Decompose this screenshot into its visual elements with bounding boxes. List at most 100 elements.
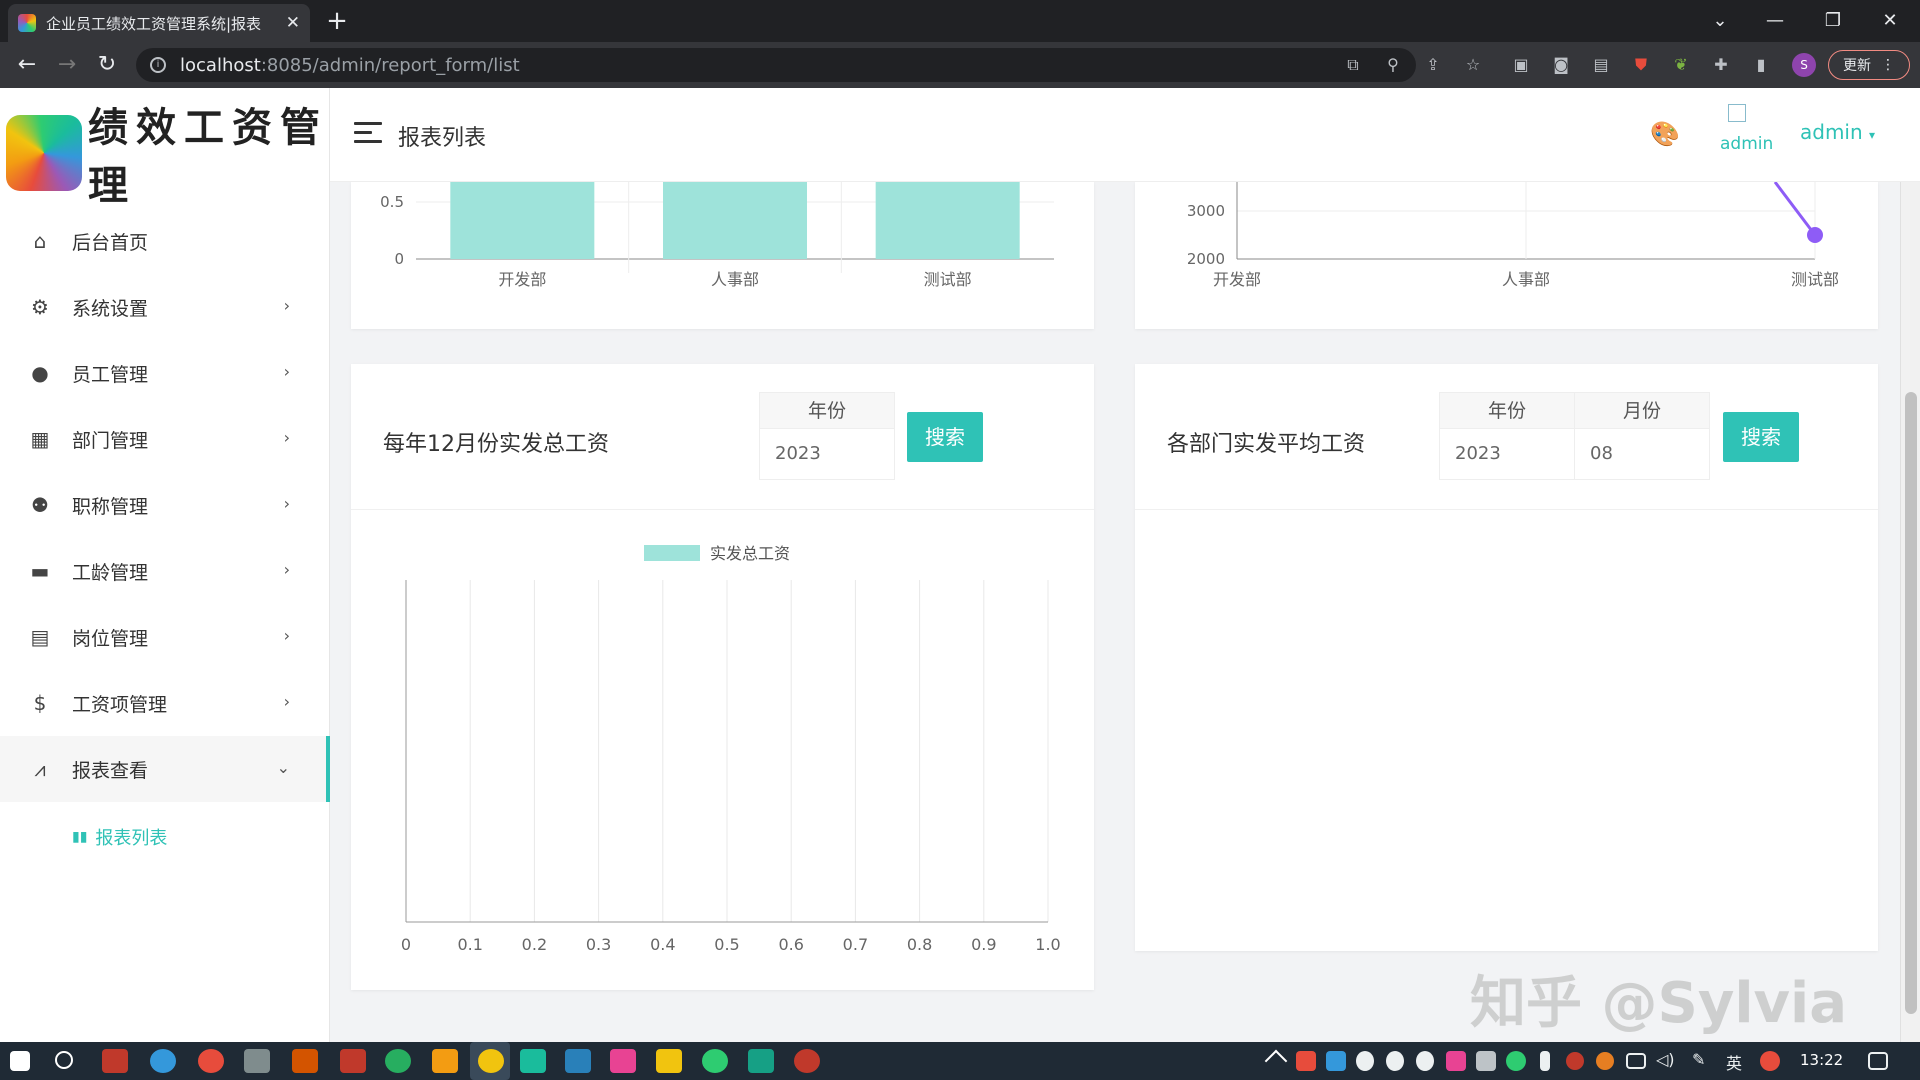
sidebar-item-positions[interactable]: ▤ 岗位管理 › [0,604,330,670]
list-icon: ▤ [30,625,50,649]
chevron-right-icon: › [283,362,290,381]
site-favicon-icon [18,14,36,32]
x-tick-label: 0.5 [714,935,739,954]
profile-avatar[interactable]: S [1792,53,1816,77]
tab-search-icon[interactable]: ⌄ [1700,6,1740,36]
x-tick-label: 人事部 [1502,270,1550,289]
tray-search-icon[interactable] [1596,1052,1614,1070]
folder-app-icon[interactable] [432,1049,458,1073]
notes-app-icon[interactable] [520,1049,546,1073]
tray-wechat-icon[interactable] [1506,1051,1526,1071]
legend-label: 实发总工资 [710,544,790,563]
side-panel-icon[interactable]: ▮ [1750,54,1772,76]
capture-app-icon[interactable] [794,1049,820,1073]
tray-app-icon[interactable] [1446,1051,1466,1071]
avatar[interactable]: admin [1720,102,1780,162]
more-menu-icon[interactable]: ⋮ [1881,57,1895,73]
x-tick-label: 0.9 [971,935,996,954]
sidebar-item-reports[interactable]: ⩘ 报表查看 ⌄ [0,736,330,802]
search-icon[interactable] [55,1051,73,1069]
scrollbar-thumb[interactable] [1905,392,1917,1014]
browser-tab[interactable]: 企业员工绩效工资管理系统|报表 ✕ [8,4,310,42]
tray-app-icon[interactable] [1476,1051,1496,1071]
tray-mic-icon[interactable] [1540,1051,1550,1071]
tray-pen-icon[interactable]: ✎ [1692,1050,1714,1074]
tray-network-icon[interactable] [1626,1053,1646,1069]
zoom-icon[interactable]: ⚲ [1382,54,1404,76]
wechat-app-icon[interactable] [702,1049,728,1073]
brand: 绩效工资管理 [0,88,330,218]
tray-qq-icon[interactable] [1386,1051,1404,1071]
watermark: 知乎 @Sylvia [1470,971,1848,1036]
search-button[interactable]: 搜索 [1723,412,1799,462]
sync-app-icon[interactable] [385,1049,411,1073]
editor2-app-icon[interactable] [748,1049,774,1073]
new-tab-button[interactable]: + [322,6,352,36]
windows-start-icon[interactable] [10,1051,30,1071]
bookmark-star-icon[interactable]: ☆ [1462,54,1484,76]
office-app-icon[interactable] [292,1049,318,1073]
year-field[interactable]: 年份 2023 [1439,392,1575,480]
monitor-app-icon[interactable] [244,1049,270,1073]
image-app-icon[interactable] [610,1049,636,1073]
page-scrollbar[interactable] [1900,182,1920,1042]
tray-volume-icon[interactable]: ◁) [1656,1050,1678,1074]
sidebar-item-employees[interactable]: ● 员工管理 › [0,340,330,406]
share-icon[interactable]: ⇪ [1422,54,1444,76]
tray-app-icon[interactable] [1326,1051,1346,1071]
close-tab-icon[interactable]: ✕ [286,13,300,33]
image-extension-icon[interactable]: ▤ [1590,54,1612,76]
tray-ime-indicator[interactable]: 英 [1726,1050,1748,1074]
bar-chart-icon: ▮▮ [72,829,88,845]
year-field[interactable]: 年份 2023 [759,392,895,480]
year-input[interactable]: 2023 [1440,429,1574,479]
update-button[interactable]: 更新 ⋮ [1828,50,1910,80]
sidebar-subitem-report-list[interactable]: ▮▮ 报表列表 [0,802,330,872]
site-info-icon[interactable]: i [150,57,166,73]
menu-toggle-icon[interactable] [354,122,382,144]
year-label: 年份 [1440,393,1574,429]
notification-center-icon[interactable] [1868,1052,1888,1070]
back-icon[interactable]: ← [12,50,42,80]
month-input[interactable]: 08 [1575,429,1709,479]
puzzle-extensions-icon[interactable]: ✚ [1710,54,1732,76]
taskbar-clock[interactable]: 13:22 [1800,1051,1843,1069]
chevron-right-icon: › [283,428,290,447]
sidebar-item-system-settings[interactable]: ⚙ 系统设置 › [0,274,330,340]
close-window-button[interactable]: ✕ [1870,6,1910,36]
shield-extension-icon[interactable]: ⛊ [1630,54,1652,76]
theme-palette-icon[interactable]: 🎨 [1650,120,1680,148]
editor-app-icon[interactable] [565,1049,591,1073]
sidebar-item-seniority[interactable]: ▬ 工龄管理 › [0,538,330,604]
tray-qq-icon[interactable] [1356,1051,1374,1071]
restore-window-button[interactable]: ❐ [1813,6,1853,36]
user-dropdown[interactable]: admin ▾ [1800,120,1875,144]
tray-qq-icon[interactable] [1416,1051,1434,1071]
year-input[interactable]: 2023 [760,429,894,479]
search-button[interactable]: 搜索 [907,412,983,462]
sidebar-item-home[interactable]: ⌂ 后台首页 [0,208,330,274]
month-field[interactable]: 月份 08 [1574,392,1710,480]
forward-icon[interactable]: → [52,50,82,80]
brand-name: 绩效工资管理 [88,104,328,209]
tray-app-icon[interactable] [1296,1051,1316,1071]
tool-app-icon[interactable] [340,1049,366,1073]
screenshot-extension-icon[interactable]: ◙ [1550,54,1572,76]
browser-app-icon[interactable] [150,1049,176,1073]
tray-sogou-icon[interactable] [1760,1051,1780,1071]
sidebar-item-salary-items[interactable]: $ 工资项管理 › [0,670,330,736]
tray-record-icon[interactable] [1566,1052,1584,1070]
explorer-app-icon[interactable] [656,1049,682,1073]
open-in-app-icon[interactable]: ⧉ [1342,54,1364,76]
ide-app-icon[interactable] [102,1049,128,1073]
minimize-window-button[interactable]: — [1755,6,1795,36]
recorder-app-icon[interactable] [198,1049,224,1073]
translate-extension-icon[interactable]: ▣ [1510,54,1532,76]
chrome-app-icon[interactable] [478,1049,504,1073]
leaf-extension-icon[interactable]: ❦ [1670,54,1692,76]
address-bar[interactable]: i localhost:8085/admin/report_form/list [136,48,1416,82]
reload-icon[interactable]: ↻ [92,50,122,80]
sidebar-item-titles[interactable]: ⚉ 职称管理 › [0,472,330,538]
tray-expand-icon[interactable] [1264,1049,1288,1073]
sidebar-item-departments[interactable]: ▦ 部门管理 › [0,406,330,472]
